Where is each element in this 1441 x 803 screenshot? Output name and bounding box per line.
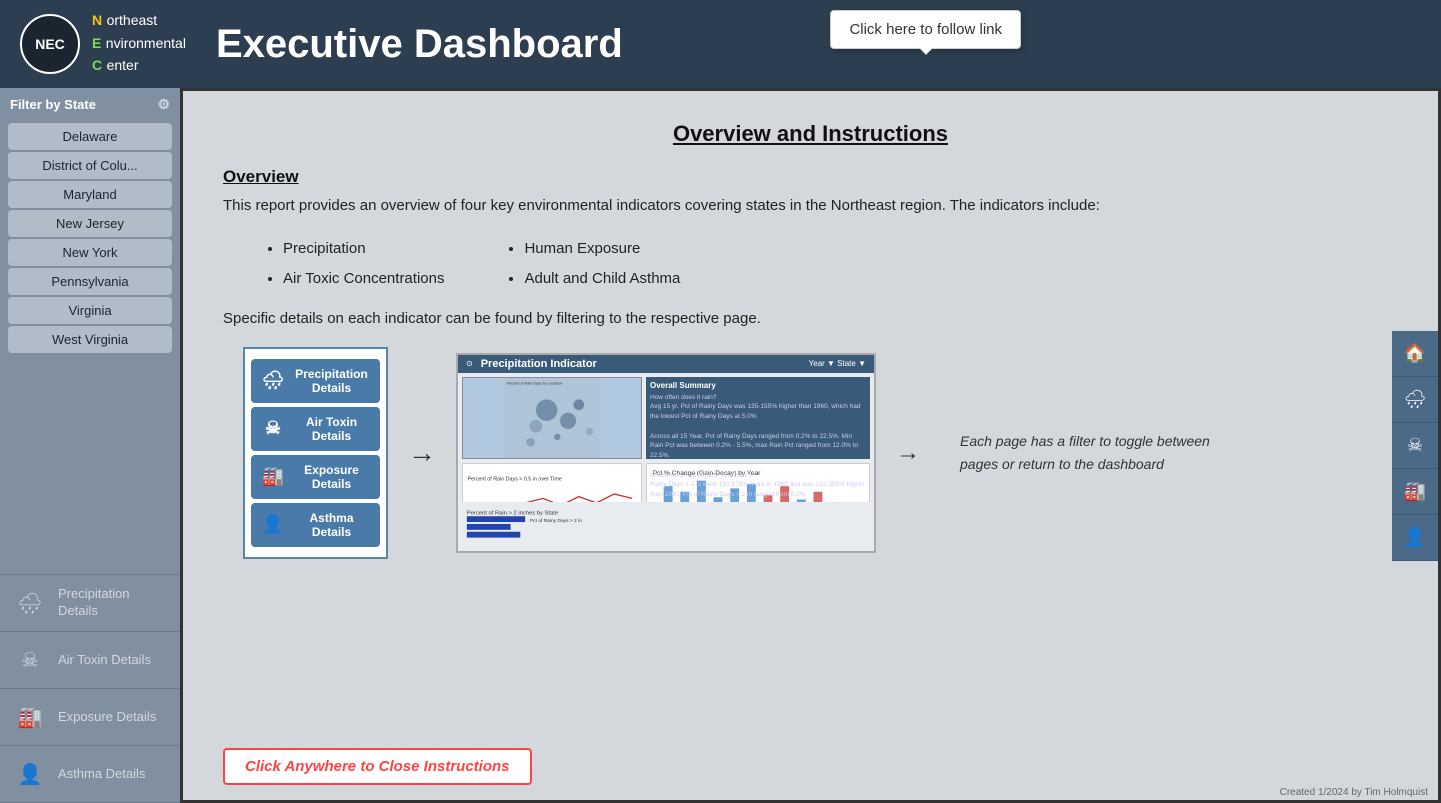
org-northeast: ortheast xyxy=(107,12,158,28)
close-btn-container[interactable]: Click Anywhere to Close Instructions xyxy=(223,748,532,785)
state-button-pennsylvania[interactable]: Pennsylvania xyxy=(8,268,172,295)
sidebar-nav: 🌧 Precipitation Details ☠ Air Toxin Deta… xyxy=(0,574,180,803)
page-btn-icon: ☠ xyxy=(261,418,285,439)
org-c: C xyxy=(92,57,102,73)
nav-icon: 🌧 xyxy=(12,585,48,621)
filter-header: Filter by State ⚙ xyxy=(0,88,180,121)
nav-icon: 🏭 xyxy=(12,699,48,735)
bullet-left: Precipitation xyxy=(283,234,444,264)
logo-text: NEC xyxy=(35,36,65,52)
filter-icon: ⚙ xyxy=(157,96,170,113)
exposure-icon[interactable]: 🏭 xyxy=(1392,469,1438,515)
svg-text:Percent of Rain Days > 0.5 in: Percent of Rain Days > 0.5 in over Time xyxy=(467,476,561,482)
bullets-left: PrecipitationAir Toxic Concentrations xyxy=(283,234,444,294)
right-nav-items: 🏠🌧☠🏭👤 xyxy=(1392,331,1438,561)
bullets-right: Human ExposureAdult and Child Asthma xyxy=(524,234,680,294)
state-buttons-container: DelawareDistrict of Colu...MarylandNew J… xyxy=(0,121,180,355)
state-button-maryland[interactable]: Maryland xyxy=(8,181,172,208)
footer-text: Created 1/2024 by Tim Holmquist xyxy=(1280,787,1428,798)
tooltip-bubble[interactable]: Click here to follow link xyxy=(830,10,1021,49)
nav-item-exposuredetails[interactable]: 🏭 Exposure Details xyxy=(0,689,180,746)
svg-text:Percent of Rain Days by Locati: Percent of Rain Days by Location xyxy=(506,381,561,385)
page-button-airtoxindetails[interactable]: ☠Air Toxin Details xyxy=(251,407,380,451)
preview-map: Percent of Rain Days by Location xyxy=(462,377,642,459)
page-button-precipitationdetails[interactable]: 🌧Precipitation Details xyxy=(251,359,380,403)
arrow-to-desc: → xyxy=(896,439,920,467)
nav-icon: ☠ xyxy=(12,642,48,678)
nav-label: Precipitation Details xyxy=(58,586,168,620)
state-button-virginia[interactable]: Virginia xyxy=(8,297,172,324)
nav-item-airtoxindetails[interactable]: ☠ Air Toxin Details xyxy=(0,632,180,689)
page-title: Executive Dashboard xyxy=(216,22,623,67)
state-button-districtofcolu...[interactable]: District of Colu... xyxy=(8,152,172,179)
diagram-area: 🌧Precipitation Details☠Air Toxin Details… xyxy=(243,347,1398,559)
instructions-panel: Overview and Instructions Overview This … xyxy=(183,91,1438,800)
main-layout: Filter by State ⚙ DelawareDistrict of Co… xyxy=(0,88,1441,803)
bullet-right: Human Exposure xyxy=(524,234,680,264)
airtoxin-icon[interactable]: ☠ xyxy=(1392,423,1438,469)
org-n: N xyxy=(92,12,102,28)
asthma-icon[interactable]: 👤 xyxy=(1392,515,1438,561)
page-btn-icon: 🏭 xyxy=(261,466,285,487)
org-name: N ortheast E nvironmental C enter xyxy=(92,10,186,77)
header: NEC N ortheast E nvironmental C enter Ex… xyxy=(0,0,1441,88)
nav-icon: 👤 xyxy=(12,756,48,792)
nav-item-precipitationdetails[interactable]: 🌧 Precipitation Details xyxy=(0,575,180,632)
logo: NEC xyxy=(20,14,80,74)
page-btn-icon: 👤 xyxy=(261,514,285,535)
nav-item-asthmadetails[interactable]: 👤 Asthma Details xyxy=(0,746,180,803)
instructions-title: Overview and Instructions xyxy=(223,121,1398,147)
state-button-newjersey[interactable]: New Jersey xyxy=(8,210,172,237)
right-nav: 🏠🌧☠🏭👤 xyxy=(1392,331,1438,561)
svg-text:Pct of Rainy Days > 2 in: Pct of Rainy Days > 2 in xyxy=(530,518,582,524)
preview-bottom-section: Percent of Rain > 2 inches by State Pct … xyxy=(458,502,874,551)
specific-text: Specific details on each indicator can b… xyxy=(223,310,1398,327)
dashboard-preview: ⊙ Precipitation Indicator Year ▼ State ▼… xyxy=(456,353,876,553)
precipitation-icon[interactable]: 🌧 xyxy=(1392,377,1438,423)
preview-summary: Overall Summary How often does it rain? … xyxy=(646,377,870,459)
overview-heading: Overview xyxy=(223,167,1398,187)
bullet-right: Adult and Child Asthma xyxy=(524,264,680,294)
org-center: enter xyxy=(107,57,139,73)
page-buttons-panel: 🌧Precipitation Details☠Air Toxin Details… xyxy=(243,347,388,559)
bullet-left: Air Toxic Concentrations xyxy=(283,264,444,294)
page-desc: Each page has a filter to toggle between… xyxy=(960,430,1240,475)
state-button-newyork[interactable]: New York xyxy=(8,239,172,266)
arrow-to-preview: → xyxy=(408,437,436,469)
state-button-delaware[interactable]: Delaware xyxy=(8,123,172,150)
page-btn-icon: 🌧 xyxy=(261,370,285,391)
page-btn-container: 🌧Precipitation Details☠Air Toxin Details… xyxy=(251,359,380,547)
preview-logo-icon: ⊙ xyxy=(466,359,473,368)
nav-label: Air Toxin Details xyxy=(58,652,151,669)
overview-text: This report provides an overview of four… xyxy=(223,195,1398,218)
bullets-container: PrecipitationAir Toxic Concentrations Hu… xyxy=(283,234,1358,294)
page-button-exposuredetails[interactable]: 🏭Exposure Details xyxy=(251,455,380,499)
nav-label: Asthma Details xyxy=(58,766,145,783)
preview-header: ⊙ Precipitation Indicator Year ▼ State ▼ xyxy=(458,355,874,373)
nav-label: Exposure Details xyxy=(58,709,156,726)
content-area[interactable]: Overview and Instructions Overview This … xyxy=(180,88,1441,803)
org-environmental: nvironmental xyxy=(106,35,186,51)
left-sidebar: Filter by State ⚙ DelawareDistrict of Co… xyxy=(0,88,180,803)
home-icon[interactable]: 🏠 xyxy=(1392,331,1438,377)
org-e: E xyxy=(92,35,101,51)
footer: Created 1/2024 by Tim Holmquist xyxy=(1280,787,1428,798)
filter-label: Filter by State xyxy=(10,97,96,112)
tooltip-text: Click here to follow link xyxy=(849,21,1002,38)
page-button-asthmadetails[interactable]: 👤Asthma Details xyxy=(251,503,380,547)
close-instructions-button[interactable]: Click Anywhere to Close Instructions xyxy=(223,748,532,785)
svg-text:Percent of Rain > 2 inches by: Percent of Rain > 2 inches by State xyxy=(467,510,558,516)
state-button-westvirginia[interactable]: West Virginia xyxy=(8,326,172,353)
